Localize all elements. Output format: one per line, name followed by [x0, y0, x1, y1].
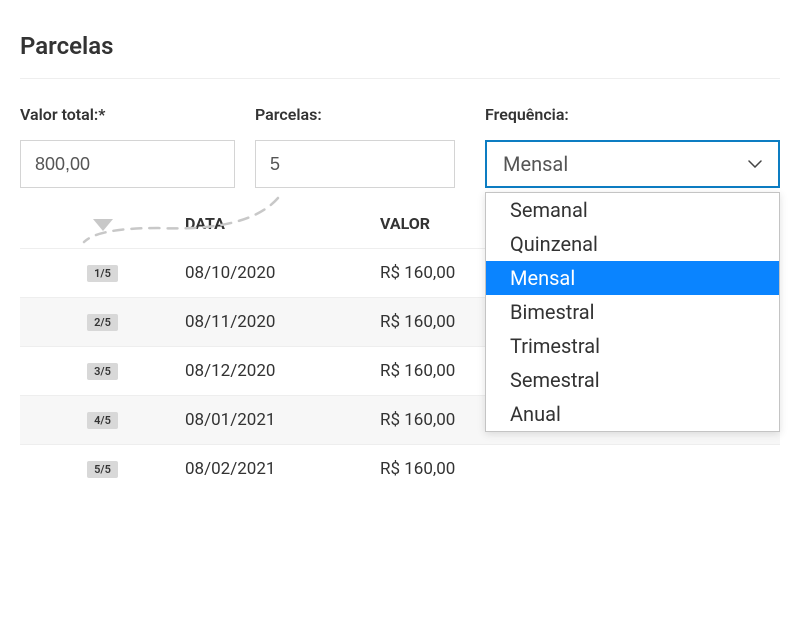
- freq-option[interactable]: Bimestral: [486, 295, 779, 329]
- divider: [20, 78, 780, 79]
- freq-option[interactable]: Semestral: [486, 363, 779, 397]
- installment-badge: 2/5: [87, 314, 118, 331]
- installment-badge: 5/5: [87, 461, 118, 478]
- freq-group: Frequência: Mensal SemanalQuinzenalMensa…: [485, 105, 780, 188]
- date-cell: 08/02/2021: [185, 459, 380, 479]
- date-cell: 08/10/2020: [185, 263, 380, 283]
- parcelas-input[interactable]: [255, 140, 455, 188]
- installment-badge: 1/5: [87, 265, 118, 282]
- badge-cell: 4/5: [20, 412, 185, 429]
- chevron-down-icon: [748, 157, 762, 171]
- header-data: DATA: [185, 214, 380, 234]
- freq-selected-text: Mensal: [503, 152, 568, 176]
- date-cell: 08/12/2020: [185, 361, 380, 381]
- valor-input[interactable]: [20, 140, 235, 188]
- arrow-down-icon: [93, 214, 113, 234]
- badge-cell: 5/5: [20, 461, 185, 478]
- date-cell: 08/01/2021: [185, 410, 380, 430]
- sort-arrow-column: [20, 214, 185, 234]
- parcelas-label: Parcelas:: [255, 105, 455, 124]
- freq-option[interactable]: Anual: [486, 397, 779, 431]
- installment-badge: 4/5: [87, 412, 118, 429]
- badge-cell: 2/5: [20, 314, 185, 331]
- installment-badge: 3/5: [87, 363, 118, 380]
- badge-cell: 1/5: [20, 265, 185, 282]
- freq-select-wrapper: Mensal SemanalQuinzenalMensalBimestralTr…: [485, 140, 780, 188]
- form-row: Valor total:* Parcelas: Frequência: Mens…: [20, 105, 780, 188]
- valor-label: Valor total:*: [20, 105, 235, 124]
- value-cell: R$ 160,00: [380, 459, 780, 479]
- valor-group: Valor total:*: [20, 105, 235, 188]
- page-title: Parcelas: [20, 32, 780, 60]
- freq-label: Frequência:: [485, 105, 780, 124]
- freq-select[interactable]: Mensal: [485, 140, 780, 188]
- freq-option[interactable]: Semanal: [486, 193, 779, 227]
- date-cell: 08/11/2020: [185, 312, 380, 332]
- parcelas-group: Parcelas:: [255, 105, 455, 188]
- freq-option[interactable]: Mensal: [486, 261, 779, 295]
- badge-cell: 3/5: [20, 363, 185, 380]
- freq-dropdown: SemanalQuinzenalMensalBimestralTrimestra…: [485, 192, 780, 432]
- freq-option[interactable]: Trimestral: [486, 329, 779, 363]
- table-row: 5/5 08/02/2021R$ 160,00: [20, 444, 780, 493]
- freq-option[interactable]: Quinzenal: [486, 227, 779, 261]
